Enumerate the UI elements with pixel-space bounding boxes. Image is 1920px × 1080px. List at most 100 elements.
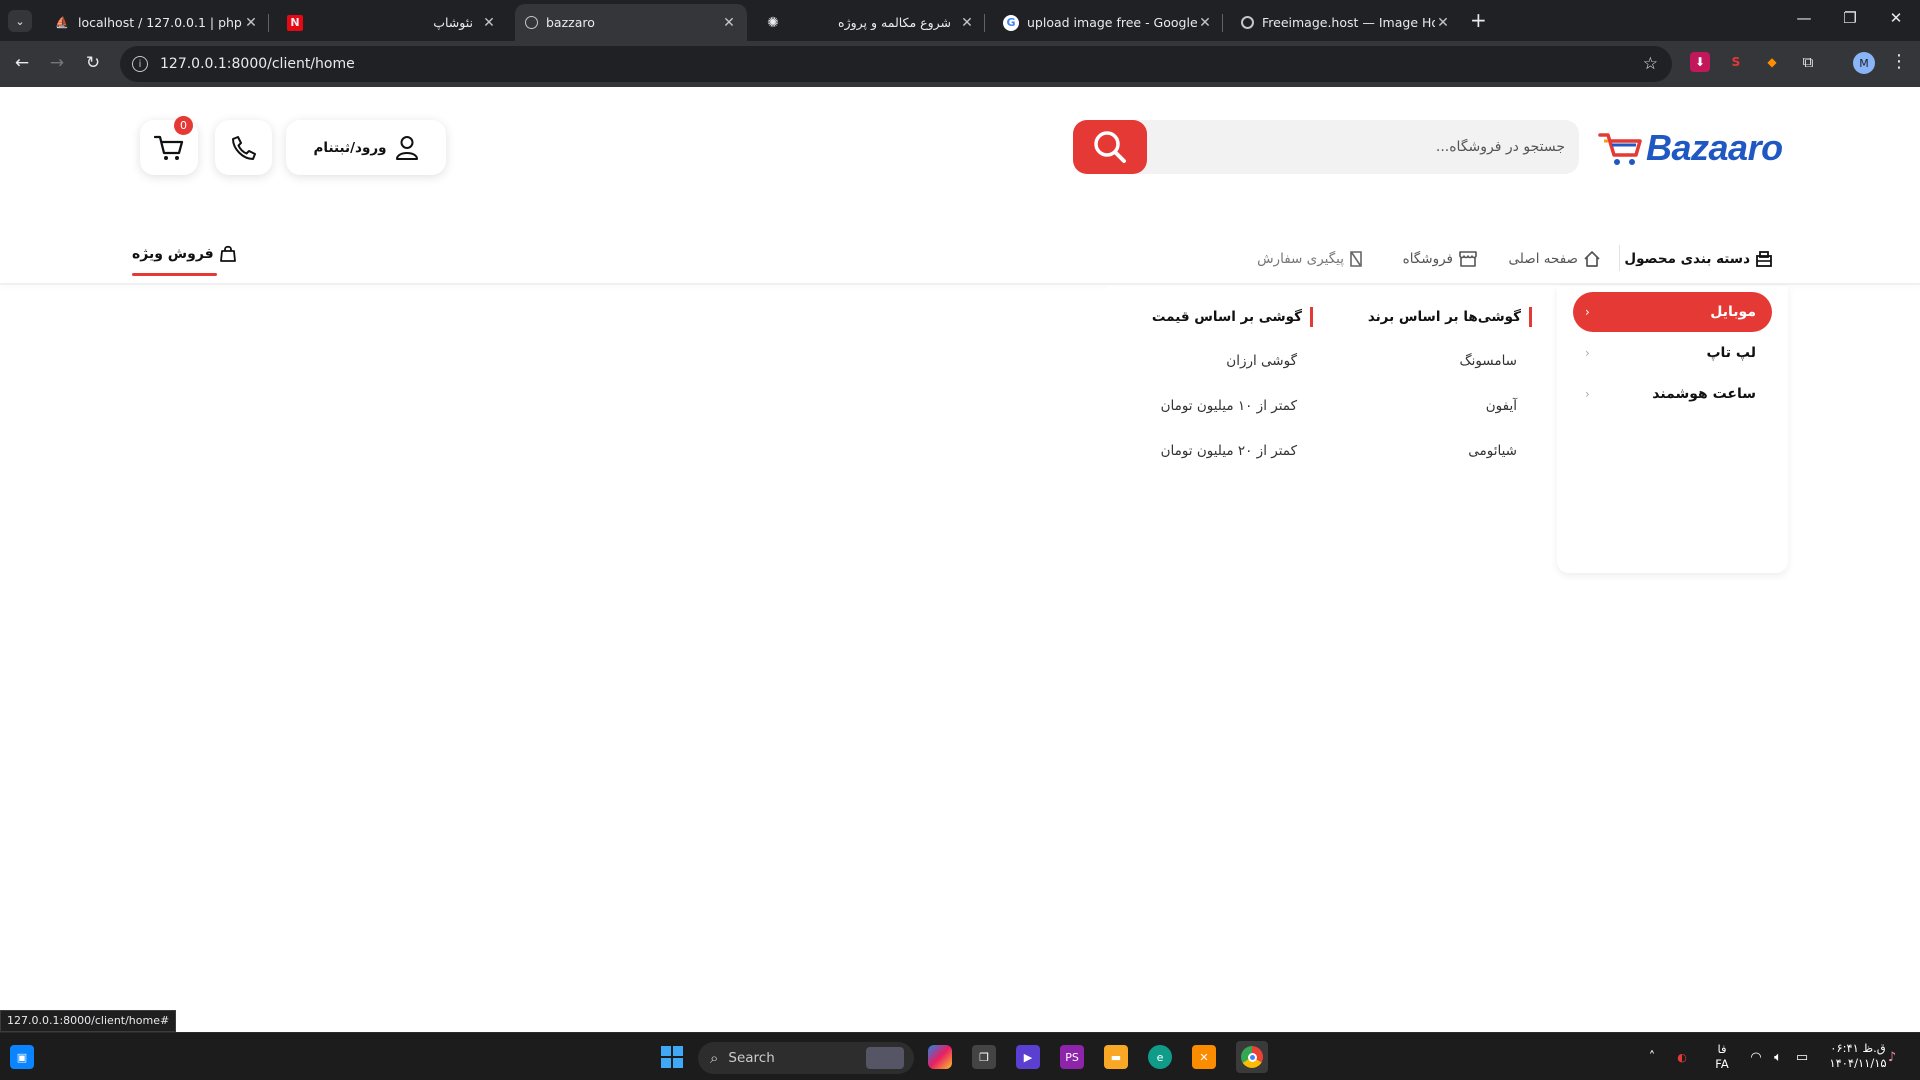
site-logo[interactable]: Bazaaro [1598, 127, 1783, 169]
freeimage-icon [1241, 16, 1254, 29]
category-item-laptop[interactable]: لپ تاپ ‹ [1573, 333, 1772, 373]
phpstorm-icon[interactable]: PS [1060, 1045, 1084, 1069]
language-code: FA [1715, 1057, 1729, 1071]
reload-icon[interactable]: ↻ [81, 53, 105, 73]
tab-google[interactable]: G upload image free - Google Sea ✕ [993, 4, 1223, 41]
wifi-icon[interactable]: ◠ [1744, 1045, 1768, 1069]
search-highlight-icon [866, 1047, 904, 1069]
tab-phpmyadmin[interactable]: ⛵ localhost / 127.0.0.1 | phpMyAd ✕ [44, 4, 269, 41]
forward-icon[interactable]: → [45, 53, 69, 73]
search-icon: ⌕ [710, 1049, 719, 1067]
nav-store[interactable]: فروشگاه [1403, 250, 1478, 268]
show-hidden-icons-chevron-icon[interactable]: ˄ [1640, 1045, 1664, 1069]
download-extension-icon[interactable]: ⬇ [1690, 52, 1710, 72]
phone-button[interactable] [215, 120, 272, 175]
profile-avatar[interactable]: M [1853, 52, 1875, 74]
shopping-bag-icon [219, 245, 236, 262]
close-icon[interactable]: ✕ [721, 15, 737, 31]
taskbar-search[interactable]: ⌕ Search [698, 1042, 914, 1074]
proton-vpn-icon[interactable]: ▶ [1016, 1045, 1040, 1069]
login-button[interactable]: ورود/ثبتنام [286, 120, 446, 175]
home-icon [1584, 251, 1600, 267]
cart-count-badge: 0 [174, 116, 193, 135]
globe-icon [525, 16, 538, 29]
special-sale-label: فروش ویژه [132, 246, 214, 262]
volume-icon[interactable]: 🔈︎ [1766, 1045, 1790, 1069]
tray-app-icon[interactable]: ◐ [1670, 1045, 1694, 1069]
browser-menu-icon[interactable]: ⋮ [1890, 51, 1908, 72]
tab-title: شروع مکالمه و پروژه [838, 15, 951, 30]
cart-button[interactable]: 0 [140, 116, 198, 175]
close-icon[interactable]: ✕ [481, 15, 497, 31]
close-window-icon[interactable]: ✕ [1876, 9, 1916, 27]
nav-home[interactable]: صفحه اصلی [1509, 250, 1601, 268]
tab-chat[interactable]: ✺ شروع مکالمه و پروژه ✕ [755, 4, 985, 41]
category-item-mobile[interactable]: موبایل ‹ [1573, 292, 1772, 332]
browser-toolbar: ← → ↻ i 127.0.0.1:8000/client/home ☆ ⬇ S… [0, 41, 1920, 87]
nav-divider [1619, 245, 1620, 271]
chevron-left-icon: ‹ [1585, 305, 1590, 319]
page-content: Bazaaro ورود/ثبتنام 0 [0, 87, 1920, 1032]
tab-title: bazzaro [546, 15, 595, 30]
price-link-under-20m[interactable]: کمتر از ۲۰ میلیون تومان [1161, 443, 1297, 459]
copilot-icon[interactable] [928, 1045, 952, 1069]
search-input[interactable] [1165, 120, 1565, 174]
chevron-left-icon: ‹ [1585, 346, 1590, 360]
close-icon[interactable]: ✕ [959, 15, 975, 31]
taskbar-search-label: Search [728, 1050, 775, 1066]
link-status-bubble: 127.0.0.1:8000/client/home# [0, 1010, 177, 1032]
nav-categories[interactable]: دسته بندی محصول [1624, 250, 1773, 268]
bookmark-star-icon[interactable]: ☆ [1643, 54, 1658, 74]
site-info-icon[interactable]: i [132, 56, 148, 72]
tab-title: upload image free - Google Sea [1027, 15, 1197, 30]
category-box-icon [1756, 251, 1772, 267]
windows-start-icon[interactable] [660, 1045, 684, 1069]
close-icon[interactable]: ✕ [1197, 15, 1213, 31]
order-tracking-icon [1350, 251, 1362, 267]
tab-search-dropdown-icon[interactable]: ⌄ [8, 10, 32, 32]
close-icon[interactable]: ✕ [243, 15, 259, 31]
tab-neoshop[interactable]: N نئوشاپ ✕ [277, 4, 507, 41]
notification-bell-icon[interactable]: ♪ [1880, 1045, 1904, 1069]
chrome-taskbar-button[interactable] [1236, 1041, 1268, 1073]
back-icon[interactable]: ← [10, 53, 34, 73]
tab-bazzaro[interactable]: bazzaro ✕ [515, 4, 747, 41]
extensions-puzzle-icon[interactable]: ⧉ [1798, 52, 1818, 72]
new-tab-icon[interactable]: + [1470, 8, 1487, 32]
nav-track-label: پیگیری سفارش [1257, 251, 1344, 267]
cart-icon [154, 135, 184, 160]
search-button[interactable] [1073, 120, 1147, 174]
brand-link-xiaomi[interactable]: شیائومی [1468, 443, 1517, 459]
minimize-icon[interactable]: — [1784, 9, 1824, 27]
language-indicator[interactable]: فا FA [1710, 1042, 1734, 1072]
file-explorer-icon[interactable]: ▬ [1104, 1045, 1128, 1069]
chrome-icon [1241, 1046, 1263, 1068]
restore-icon[interactable]: ❐ [1830, 9, 1870, 27]
google-icon: G [1003, 14, 1019, 31]
category-dropdown: موبایل ‹ لپ تاپ ‹ ساعت هوشمند ‹ [1557, 286, 1788, 573]
url-text[interactable]: 127.0.0.1:8000/client/home [160, 56, 355, 72]
extension-fox-icon[interactable]: ◆ [1762, 52, 1782, 72]
close-icon[interactable]: ✕ [1435, 15, 1451, 31]
brand-link-samsung[interactable]: سامسونگ [1459, 353, 1517, 369]
extension-s-icon[interactable]: S [1726, 52, 1746, 72]
store-icon [1459, 251, 1477, 267]
price-link-cheap[interactable]: گوشی ارزان [1226, 353, 1297, 369]
edge-icon[interactable]: e [1148, 1045, 1172, 1069]
price-link-under-10m[interactable]: کمتر از ۱۰ میلیون تومان [1161, 398, 1297, 414]
category-item-smartwatch[interactable]: ساعت هوشمند ‹ [1573, 374, 1772, 414]
brand-link-iphone[interactable]: آیفون [1486, 398, 1517, 414]
nav-order-tracking[interactable]: پیگیری سفارش [1257, 250, 1363, 268]
battery-icon[interactable]: ▭ [1790, 1045, 1814, 1069]
nav-home-label: صفحه اصلی [1508, 251, 1578, 267]
widgets-icon[interactable]: ▣ [10, 1045, 34, 1069]
xampp-icon[interactable]: ✕ [1192, 1045, 1216, 1069]
tab-freeimage[interactable]: Freeimage.host — Image Hostin ✕ [1231, 4, 1461, 41]
task-view-icon[interactable]: ❐ [972, 1045, 996, 1069]
address-bar[interactable]: i 127.0.0.1:8000/client/home ☆ [120, 46, 1672, 82]
nav-special-sale[interactable]: فروش ویژه [132, 245, 237, 263]
brand-column-heading: گوشی‌ها بر اساس برند [1368, 307, 1532, 327]
category-label: موبایل [1710, 304, 1756, 320]
category-label: لپ تاپ [1706, 345, 1756, 361]
tab-title: Freeimage.host — Image Hostin [1262, 15, 1435, 30]
